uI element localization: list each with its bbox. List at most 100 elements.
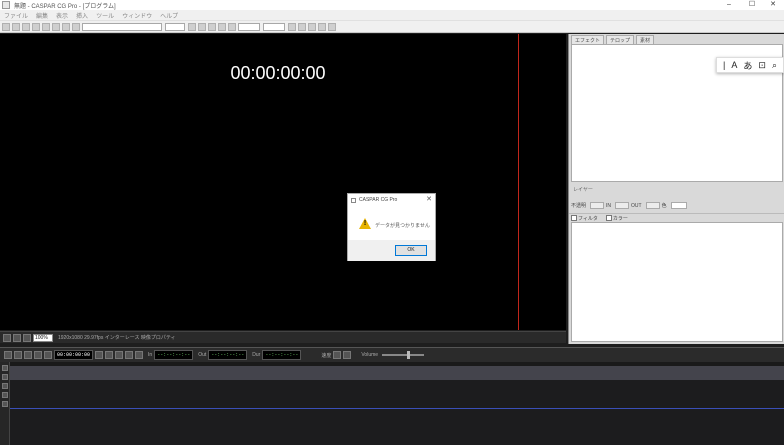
maximize-button[interactable]: ☐ [741,0,763,10]
menu-tools[interactable]: ツール [96,11,114,20]
zoom-icon[interactable]: ⌕ [772,60,777,71]
preview-icon[interactable] [328,22,336,31]
timeline [0,362,784,445]
step-forward-icon[interactable] [34,351,42,359]
current-timecode[interactable]: 00:00:00:00 [54,350,94,360]
app-icon [2,1,10,9]
dialog-title: CASPAR CG Pro [359,197,398,203]
skip-end-icon[interactable] [44,351,52,359]
out-timecode[interactable]: --:--:--:-- [208,350,248,360]
font-select[interactable] [82,22,162,31]
color-swatch[interactable] [670,202,687,209]
track-eye-icon[interactable] [2,383,8,389]
menu-file[interactable]: ファイル [4,11,28,20]
italic-icon[interactable] [198,22,206,31]
track-delete-icon[interactable] [2,401,8,407]
filter-header: フィルタ カラー [569,213,784,222]
out-label: OUT [631,202,642,209]
dur-tc-label: Dur [252,352,261,358]
timeline-track-line [10,408,784,409]
grid-toggle-icon[interactable] [13,333,21,342]
safe-area-icon[interactable] [23,333,31,342]
grid-icon[interactable] [308,22,316,31]
bold-icon[interactable] [188,22,196,31]
filter-label: フィルタ [578,215,598,222]
vertical-text-icon[interactable]: あ [743,59,752,72]
color-checkbox[interactable] [605,215,612,221]
fit-icon[interactable] [3,333,11,342]
in-label: IN [606,202,612,209]
skip-start-icon[interactable] [4,351,12,359]
mark-out-icon[interactable] [105,351,114,359]
minimize-button[interactable]: – [718,0,740,10]
video-properties-text: 1920x1080 29.97fps インターレース 映像プロパティ [58,335,176,341]
menu-edit[interactable]: 編集 [36,11,48,20]
timeline-track-area[interactable] [10,380,784,445]
transport-bar: 00:00:00:00 In --:--:--:-- Out --:--:--:… [0,347,784,362]
paste-icon[interactable] [52,22,60,31]
new-file-icon[interactable] [2,22,10,31]
track-lock-icon[interactable] [2,374,8,380]
menu-help[interactable]: ヘルプ [160,11,178,20]
cursor-icon[interactable]: | [723,60,725,70]
image-icon[interactable]: ⊡ [758,60,766,71]
align-left-icon[interactable] [218,22,226,31]
layer-up-icon[interactable] [288,22,296,31]
dialog-close-icon[interactable]: ✕ [426,195,432,203]
dialog-footer: OK [348,240,435,261]
out-tc-label: Out [198,352,207,358]
color-header-label: カラー [612,215,628,222]
play-icon[interactable] [24,351,32,359]
underline-icon[interactable] [208,22,216,31]
mark-in-icon[interactable] [95,351,104,359]
in-field[interactable] [615,202,630,209]
preview-status-bar: 100% 1920x1080 29.97fps インターレース 映像プロパティ [0,331,566,343]
timeline-ruler[interactable] [10,366,784,380]
title-bar: 無題 - CASPAR CG Pro - [プログラム] – ☐ ✕ [0,0,784,10]
ok-button[interactable]: OK [395,245,427,256]
align-center-icon[interactable] [228,22,236,31]
toolbar [0,21,784,33]
go-out-icon[interactable] [125,351,134,359]
loop-icon[interactable] [135,351,144,359]
duration-timecode[interactable]: --:--:--:-- [262,350,302,360]
object-list[interactable]: | A あ ⊡ ⌕ [571,44,784,182]
open-folder-icon[interactable] [12,22,20,31]
style-select[interactable] [238,22,260,31]
guide-icon[interactable] [318,22,326,31]
track-audio-icon[interactable] [2,392,8,398]
layer-label: レイヤー [573,187,593,193]
in-timecode[interactable]: --:--:--:-- [154,350,194,360]
go-in-icon[interactable] [115,351,124,359]
track-add-icon[interactable] [2,365,8,371]
opacity-field[interactable] [590,202,605,209]
dialog-titlebar: CASPAR CG Pro [348,194,437,206]
save-icon[interactable] [22,22,30,31]
step-back-icon[interactable] [14,351,22,359]
layer-down-icon[interactable] [298,22,306,31]
redo-icon[interactable] [72,22,80,31]
color-label: 色 [661,203,667,209]
copy-icon[interactable] [42,22,50,31]
color-select[interactable] [263,22,285,31]
text-icon[interactable]: A [731,60,737,70]
speed-label: 速度 [321,352,332,359]
menu-insert[interactable]: 挿入 [76,11,88,20]
zoom-select[interactable]: 100% [33,333,53,342]
right-panel: エフェクト テロップ 素材 | A あ ⊡ ⌕ レイヤー 不透明 IN OUT … [568,34,784,344]
size-select[interactable] [165,22,185,31]
volume-slider[interactable] [382,351,425,359]
out-field[interactable] [645,202,660,209]
warning-mark: ! [363,220,367,227]
speed-down-icon[interactable] [333,351,342,359]
cut-icon[interactable] [32,22,40,31]
undo-icon[interactable] [62,22,70,31]
volume-knob[interactable] [407,351,411,359]
filter-list[interactable] [571,222,783,342]
close-window-button[interactable]: ✕ [762,0,784,10]
filter-checkbox[interactable] [571,215,577,221]
opacity-label: 不透明 [571,203,587,209]
menu-view[interactable]: 表示 [56,11,68,20]
speed-up-icon[interactable] [343,351,352,359]
menu-window[interactable]: ウィンドウ [122,11,152,20]
